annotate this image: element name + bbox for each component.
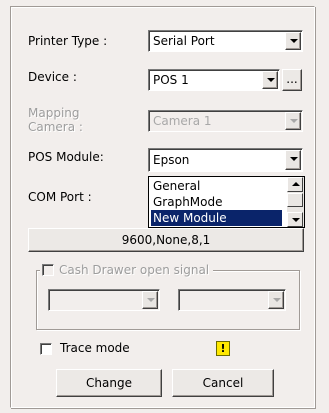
- scroll-thumb[interactable]: [287, 193, 303, 207]
- scroll-down-icon[interactable]: [287, 212, 303, 227]
- chevron-down-icon[interactable]: [285, 32, 301, 50]
- cash-drawer-checkbox: [42, 264, 54, 276]
- device-value: POS 1: [153, 73, 189, 87]
- pos-module-dropdown-list: General GraphMode New Module: [148, 176, 305, 228]
- device-label: Device :: [28, 70, 77, 84]
- cancel-button[interactable]: Cancel: [172, 369, 274, 397]
- dropdown-option-new-module[interactable]: New Module: [151, 210, 282, 226]
- cash-drawer-legend: Cash Drawer open signal: [40, 262, 214, 278]
- mapping-label-line2: Camera :: [28, 120, 83, 134]
- printer-type-value: Serial Port: [153, 34, 215, 48]
- chevron-down-icon: [285, 112, 301, 130]
- pos-module-value: Epson: [153, 153, 190, 167]
- mapping-label-line1: Mapping: [28, 106, 80, 120]
- printer-type-label: Printer Type :: [28, 34, 108, 48]
- mapping-camera-select: Camera 1: [148, 110, 303, 132]
- dropdown-option-graphmode[interactable]: GraphMode: [151, 194, 223, 210]
- device-browse-button[interactable]: ...: [282, 69, 302, 91]
- dropdown-option-general[interactable]: General: [151, 178, 200, 194]
- dropdown-scrollbar[interactable]: [287, 177, 304, 227]
- scroll-up-icon[interactable]: [287, 177, 303, 192]
- printer-type-select[interactable]: Serial Port: [148, 30, 303, 52]
- com-port-settings-button[interactable]: 9600,None,8,1: [28, 228, 304, 252]
- trace-mode-checkbox[interactable]: [40, 343, 52, 355]
- warning-icon: !: [216, 341, 230, 356]
- chevron-down-icon[interactable]: [285, 150, 301, 170]
- com-port-label: COM Port :: [28, 190, 92, 204]
- chevron-down-icon: [268, 291, 284, 309]
- device-select[interactable]: POS 1: [148, 69, 280, 91]
- change-button[interactable]: Change: [56, 369, 162, 397]
- chevron-down-icon: [142, 291, 158, 309]
- trace-mode-label: Trace mode: [60, 341, 130, 355]
- pos-module-select[interactable]: Epson: [148, 148, 303, 172]
- cash-drawer-label: Cash Drawer open signal: [59, 263, 210, 277]
- cash-drawer-select-2: [178, 289, 286, 311]
- pos-module-label: POS Module:: [28, 150, 104, 164]
- cash-drawer-select-1: [48, 289, 160, 311]
- chevron-down-icon[interactable]: [262, 71, 278, 89]
- mapping-camera-value: Camera 1: [153, 114, 212, 128]
